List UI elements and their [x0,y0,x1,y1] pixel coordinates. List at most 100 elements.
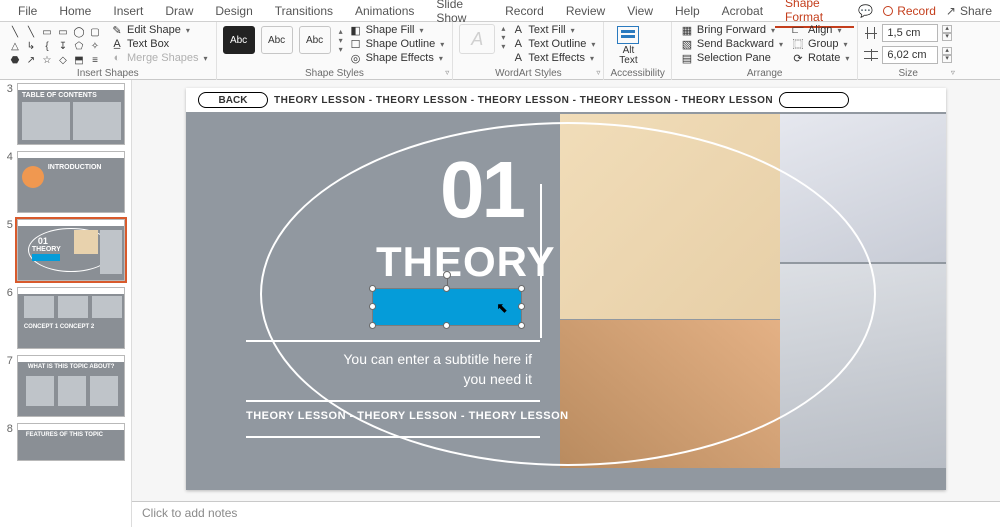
thumb-5[interactable]: 01 THEORY [17,219,125,281]
wordart-styles-dialog-icon[interactable]: ▿ [596,68,600,77]
menu-insert[interactable]: Insert [103,2,153,20]
thumb-8[interactable]: FEATURES OF THIS TOPIC [17,423,125,461]
text-box-icon: A̲ [110,38,124,50]
shape-fill-icon: ◧ [349,24,363,36]
pill-right-button[interactable] [779,92,849,108]
thumb-num-4: 4 [3,151,13,163]
shape-gallery[interactable]: ╲╲▭▭◯▢ △↳{↧⬠✧ ⬣↗☆◇⬒≡ [6,24,104,68]
menu-draw[interactable]: Draw [155,2,203,20]
style-thumb-3[interactable]: Abc [299,26,331,54]
group-accessibility: Alt Text Accessibility [604,22,671,80]
edit-shape-button[interactable]: ✎Edit Shape▾ [108,24,210,36]
thumb-3[interactable]: TABLE OF CONTENTS [17,83,125,145]
text-effects-button[interactable]: AText Effects▾ [509,52,597,64]
share-label: Share [960,4,992,18]
slide-subtitle[interactable]: You can enter a subtitle here if you nee… [336,350,532,389]
slide-title[interactable]: THEORY [376,238,555,286]
merge-shapes-button[interactable]: ◐Merge Shapes▾ [108,52,210,64]
thumb-7[interactable]: WHAT IS THIS TOPIC ABOUT? [17,355,125,417]
handle-tm[interactable] [443,285,450,292]
thumb-num-5: 5 [3,219,13,231]
height-spin-down[interactable]: ▾ [942,33,952,41]
style-gallery-up-icon[interactable]: ▴ [339,27,343,36]
align-label: Align [808,24,832,36]
style-thumb-1[interactable]: Abc [223,26,255,54]
alt-text-label: Alt Text [619,46,637,66]
group-label: Group [808,38,839,50]
shape-styles-dialog-icon[interactable]: ▿ [445,68,449,77]
shape-effects-icon: ◎ [349,52,363,64]
record-button[interactable]: Record [883,4,936,18]
width-input[interactable] [882,46,938,64]
menu-help[interactable]: Help [665,2,710,20]
handle-br[interactable] [518,322,525,329]
thumb-num-3: 3 [3,83,13,95]
share-button[interactable]: ↗Share [946,4,992,18]
menu-acrobat[interactable]: Acrobat [712,2,773,20]
text-fill-label: Text Fill [528,24,565,36]
wordart-gallery-up-icon[interactable]: ▴ [501,24,505,33]
menu-animations[interactable]: Animations [345,2,424,20]
wordart-gallery[interactable]: A [459,24,495,54]
shape-outline-button[interactable]: ☐Shape Outline▾ [347,38,447,50]
align-icon: ⫍ [791,24,805,36]
slide-canvas[interactable]: BACK THEORY LESSON - THEORY LESSON - THE… [186,88,946,490]
shape-effects-button[interactable]: ◎Shape Effects▾ [347,52,447,64]
height-spin-up[interactable]: ▴ [942,25,952,33]
handle-bl[interactable] [369,322,376,329]
menu-record[interactable]: Record [495,2,554,20]
notes-pane[interactable]: Click to add notes [132,501,1000,527]
rotate-icon: ⟳ [791,52,805,64]
text-outline-label: Text Outline [528,38,586,50]
handle-tl[interactable] [369,285,376,292]
text-box-button[interactable]: A̲Text Box [108,38,210,50]
menu-review[interactable]: Review [556,2,615,20]
style-gallery-more-icon[interactable]: ▾ [339,45,343,54]
wordart-gallery-down-icon[interactable]: ▾ [501,33,505,42]
insert-shapes-label: Insert Shapes [6,68,210,80]
group-icon: ⿴ [791,38,805,50]
selection-pane-button[interactable]: ▤Selection Pane [678,52,785,64]
handle-ml[interactable] [369,303,376,310]
shape-fill-button[interactable]: ◧Shape Fill▾ [347,24,447,36]
bring-forward-button[interactable]: ▦Bring Forward▾ [678,24,785,36]
alt-text-button[interactable]: Alt Text [610,24,646,66]
rule-2 [246,400,540,402]
slide-number-01[interactable]: 01 [440,144,523,236]
rotate-button[interactable]: ⟳Rotate▾ [789,52,851,64]
handle-tr[interactable] [518,285,525,292]
thumb-6[interactable]: CONCEPT 1 CONCEPT 2 [17,287,125,349]
text-fill-icon: A [511,24,525,36]
menu-transitions[interactable]: Transitions [265,2,343,20]
size-dialog-icon[interactable]: ▿ [951,68,955,77]
text-fill-button[interactable]: AText Fill▾ [509,24,597,36]
rotation-handle[interactable] [443,271,451,279]
width-spin-up[interactable]: ▴ [942,47,952,55]
slide-stage[interactable]: BACK THEORY LESSON - THEORY LESSON - THE… [132,80,1000,501]
thumb-4[interactable]: INTRODUCTION [17,151,125,213]
comments-icon[interactable]: 💬 [858,4,873,18]
align-button[interactable]: ⫍Align▾ [789,24,851,36]
handle-mr[interactable] [518,303,525,310]
menu-home[interactable]: Home [49,2,101,20]
style-gallery-down-icon[interactable]: ▾ [339,36,343,45]
handle-bm[interactable] [443,322,450,329]
menu-view[interactable]: View [617,2,663,20]
menu-file[interactable]: File [8,2,47,20]
style-thumb-2[interactable]: Abc [261,26,293,54]
text-outline-button[interactable]: AText Outline▾ [509,38,597,50]
width-spin-down[interactable]: ▾ [942,55,952,63]
wordart-styles-label: WordArt Styles [459,68,597,80]
back-button[interactable]: BACK [198,92,268,108]
cursor-icon: ⬉ [496,300,508,317]
group-button[interactable]: ⿴Group▾ [789,38,851,50]
send-backward-button[interactable]: ▧Send Backward▾ [678,38,785,50]
wordart-gallery-more-icon[interactable]: ▾ [501,42,505,51]
text-effects-icon: A [511,52,525,64]
rule-3 [246,436,540,438]
shape-fill-label: Shape Fill [366,24,415,36]
shape-style-gallery[interactable]: Abc Abc Abc ▴ ▾ ▾ [223,24,343,56]
menu-design[interactable]: Design [205,2,262,20]
slide-thumbnails[interactable]: 3 TABLE OF CONTENTS 4 INTRODUCTION 5 01 … [0,80,132,527]
height-input[interactable] [882,24,938,42]
